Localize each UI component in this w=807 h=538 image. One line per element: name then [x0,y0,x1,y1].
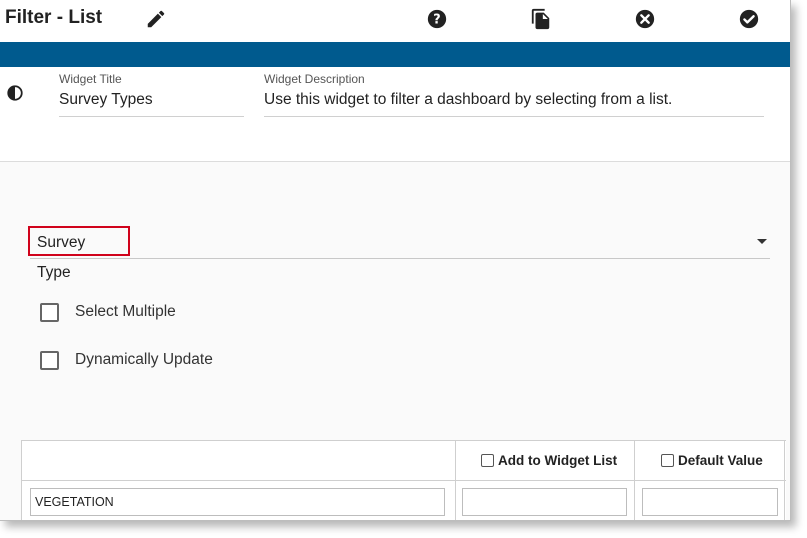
widget-title-field[interactable]: Widget Title Survey Types [59,67,244,117]
column-header-default-value: Default Value [661,453,763,468]
help-icon[interactable]: ? [426,8,448,30]
values-table: Add to Widget List Default Value VEGETAT… [21,440,786,520]
dynamically-update-checkbox[interactable] [40,350,59,370]
dynamically-update-option[interactable]: Dynamically Update [40,350,213,370]
row-add-input[interactable] [462,488,627,516]
close-icon[interactable] [634,8,656,30]
widget-title-value: Survey Types [59,91,153,108]
default-value-label: Default Value [678,453,763,468]
dynamically-update-label: Dynamically Update [75,351,213,368]
check-icon[interactable] [738,8,760,30]
widget-info-bar: Widget Title Survey Types Widget Descrip… [0,67,790,162]
dialog-header: Filter - List ? [0,0,790,42]
add-to-widget-list-header-checkbox[interactable] [481,454,494,467]
pencil-icon[interactable] [145,8,167,30]
widget-description-value: Use this widget to filter a dashboard by… [264,91,673,108]
widget-description-field[interactable]: Widget Description Use this widget to fi… [264,67,764,117]
select-multiple-label: Select Multiple [75,303,176,320]
copy-icon[interactable] [530,8,552,30]
widget-description-label: Widget Description [264,72,365,86]
dialog-title: Filter - List [5,7,103,28]
column-header-add-to-widget-list: Add to Widget List [481,453,617,468]
filter-list-dialog: Filter - List ? Widget Title Survey Type… [0,0,791,521]
contrast-icon[interactable] [6,84,24,102]
survey-type-select-value: Survey Type [28,226,130,281]
survey-type-select[interactable]: Survey Type [28,226,770,281]
header-accent-bar [0,42,790,67]
default-value-header-checkbox[interactable] [661,454,674,467]
row-name-input[interactable]: VEGETATION [30,488,445,516]
select-multiple-checkbox[interactable] [40,302,59,322]
svg-text:?: ? [433,13,440,28]
row-default-input[interactable] [642,488,778,516]
widget-title-label: Widget Title [59,72,122,86]
select-multiple-option[interactable]: Select Multiple [40,302,176,322]
add-to-widget-list-label: Add to Widget List [498,453,618,468]
chevron-down-icon[interactable] [757,239,767,244]
